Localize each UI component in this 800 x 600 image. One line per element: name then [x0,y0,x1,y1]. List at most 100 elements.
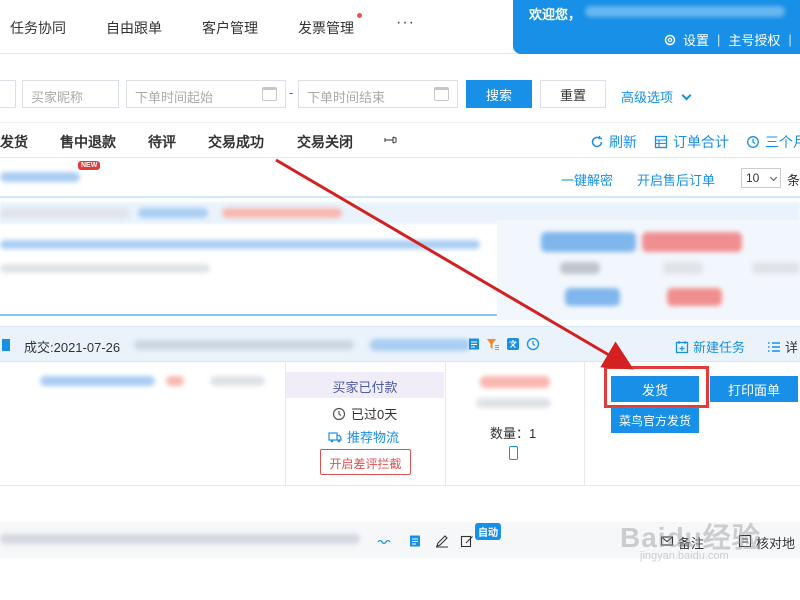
baidu-watermark-url: jingyan.baidu.com [640,550,729,562]
blurred-shop-link [0,172,80,182]
blurred-button [642,232,742,252]
verify-address-link[interactable]: 核对地 [756,533,795,552]
calendar-icon [262,87,277,101]
tab-shipping[interactable]: 发货 [0,132,28,152]
new-task-button[interactable]: 新建任务 [675,337,745,356]
clock-icon[interactable] [526,337,540,351]
blurred-buyer-name [370,339,470,351]
blurred-text [752,262,800,274]
after-sale-orders-link[interactable]: 开启售后订单 [637,170,715,189]
order-total-button[interactable]: 订单合计 [654,132,729,152]
truck-icon [328,431,342,442]
ship-button-highlight [604,366,709,408]
order-total-label: 订单合计 [673,134,729,150]
logistics-label: 推荐物流 [347,430,400,445]
blurred-text [0,240,480,249]
more-menu-button[interactable]: ··· [396,14,415,32]
three-months-label: 三个月 [765,134,800,150]
tab-pending-review[interactable]: 待评 [148,132,176,152]
auth-link[interactable]: 主号授权 [728,30,780,49]
divider: | [717,32,721,47]
blurred-price-detail [476,398,551,408]
status-badge: 买家已付款 [286,372,444,398]
chevron-down-icon [681,90,692,101]
notification-dot [357,13,362,18]
detail-label: 详 [785,340,799,355]
clock-icon [332,407,346,420]
filter-icon[interactable] [486,337,500,351]
recommended-logistics-link[interactable]: 推荐物流 [328,427,399,446]
tab-refund-in-progress[interactable]: 售中退款 [60,132,116,152]
order-time-end-input[interactable]: 下单时间结束 [298,80,458,108]
history-icon [747,136,759,148]
blurred-tag [166,376,184,386]
wave-icon[interactable] [377,534,391,548]
pin-icon[interactable] [384,133,398,147]
detail-button[interactable]: 详 [767,337,798,356]
blurred-button [541,232,636,252]
order-time-end-placeholder: 下单时间结束 [307,90,386,105]
elapsed-time: 已过0天 [332,404,397,423]
chevron-down-icon [769,173,778,182]
order-flag-icon [2,339,10,351]
tab-trade-closed[interactable]: 交易关闭 [297,132,353,152]
order-time-start-input[interactable]: 下单时间起始 [126,80,286,108]
page-size-select[interactable]: 10 [741,168,781,188]
blurred-text [560,262,600,274]
nav-item-invoice-management[interactable]: 发票管理 [298,18,354,38]
blurred-sku [210,376,265,386]
blurred-button [667,288,722,306]
search-bar: 买家昵称 下单时间起始 - 下单时间结束 搜索 重置 高级选项 [0,54,800,122]
top-nav: 任务协同 自由跟单 客户管理 发票管理 ··· 欢迎您， 设置 | 主号授权 |… [0,0,800,54]
cainiao-ship-button[interactable]: 菜鸟官方发货 [611,407,699,433]
blurred-text [138,208,208,218]
page-size-unit: 条 [787,173,800,188]
nav-item-customer-management[interactable]: 客户管理 [202,18,258,38]
quantity: 数量：1 [490,426,537,441]
table-icon [654,135,668,149]
blurred-text [0,264,210,273]
column-divider [445,362,446,486]
account-links: 设置 | 主号授权 | 短 [663,30,800,49]
order-status-tabs: 发货 售中退款 待评 交易成功 交易关闭 刷新 订单合计 三个月 [0,122,800,158]
refresh-button[interactable]: 刷新 [590,132,637,152]
blurred-price [480,376,550,388]
divider: | [788,32,792,47]
blurred-text [222,208,342,218]
auto-badge: 自动 [475,523,501,540]
advanced-options-toggle[interactable]: 高级选项 [621,87,692,106]
nav-item-task-collab[interactable]: 任务协同 [10,18,66,38]
new-badge: NEW [78,161,101,170]
welcome-panel: 欢迎您， 设置 | 主号授权 | 短 [513,0,800,54]
reset-button[interactable]: 重置 [540,80,606,108]
nav-item-free-tracking[interactable]: 自由跟单 [106,18,162,38]
translate-icon[interactable] [506,337,520,351]
order-header: 成交:2021-07-26 新建任务 详 [0,326,800,362]
note-icon[interactable] [467,337,481,351]
buyer-nickname-input[interactable]: 买家昵称 [22,80,119,108]
page-size-value: 10 [746,171,760,185]
column-divider [584,362,585,486]
sub-toolbar: NEW 一键解密 开启售后订单 10 条 [0,158,800,198]
calendar-add-icon [675,340,689,353]
tab-trade-success[interactable]: 交易成功 [208,132,264,152]
gear-icon [664,34,676,45]
one-click-decrypt-link[interactable]: 一键解密 [561,170,613,189]
refresh-label: 刷新 [609,134,637,150]
settings-link[interactable]: 设置 [683,30,709,49]
bad-review-intercept-button[interactable]: 开启差评拦截 [320,449,411,475]
blurred-order-info [0,534,360,544]
new-task-label: 新建任务 [693,340,746,355]
print-waybill-button[interactable]: 打印面单 [710,376,798,402]
truncated-input[interactable] [0,80,16,108]
three-months-button[interactable]: 三个月 [746,132,800,152]
divider [0,314,497,316]
blurred-product-title [40,376,155,386]
welcome-text: 欢迎您， [529,7,582,22]
mobile-icon [509,446,518,460]
pencil-icon[interactable] [435,534,449,548]
order-row: 买家已付款 已过0天 推荐物流 开启差评拦截 数量：1 发货 打印面单 菜鸟官方… [0,362,800,486]
search-button[interactable]: 搜索 [466,80,532,108]
edit-icon[interactable] [460,534,474,548]
note-icon[interactable] [408,534,422,548]
